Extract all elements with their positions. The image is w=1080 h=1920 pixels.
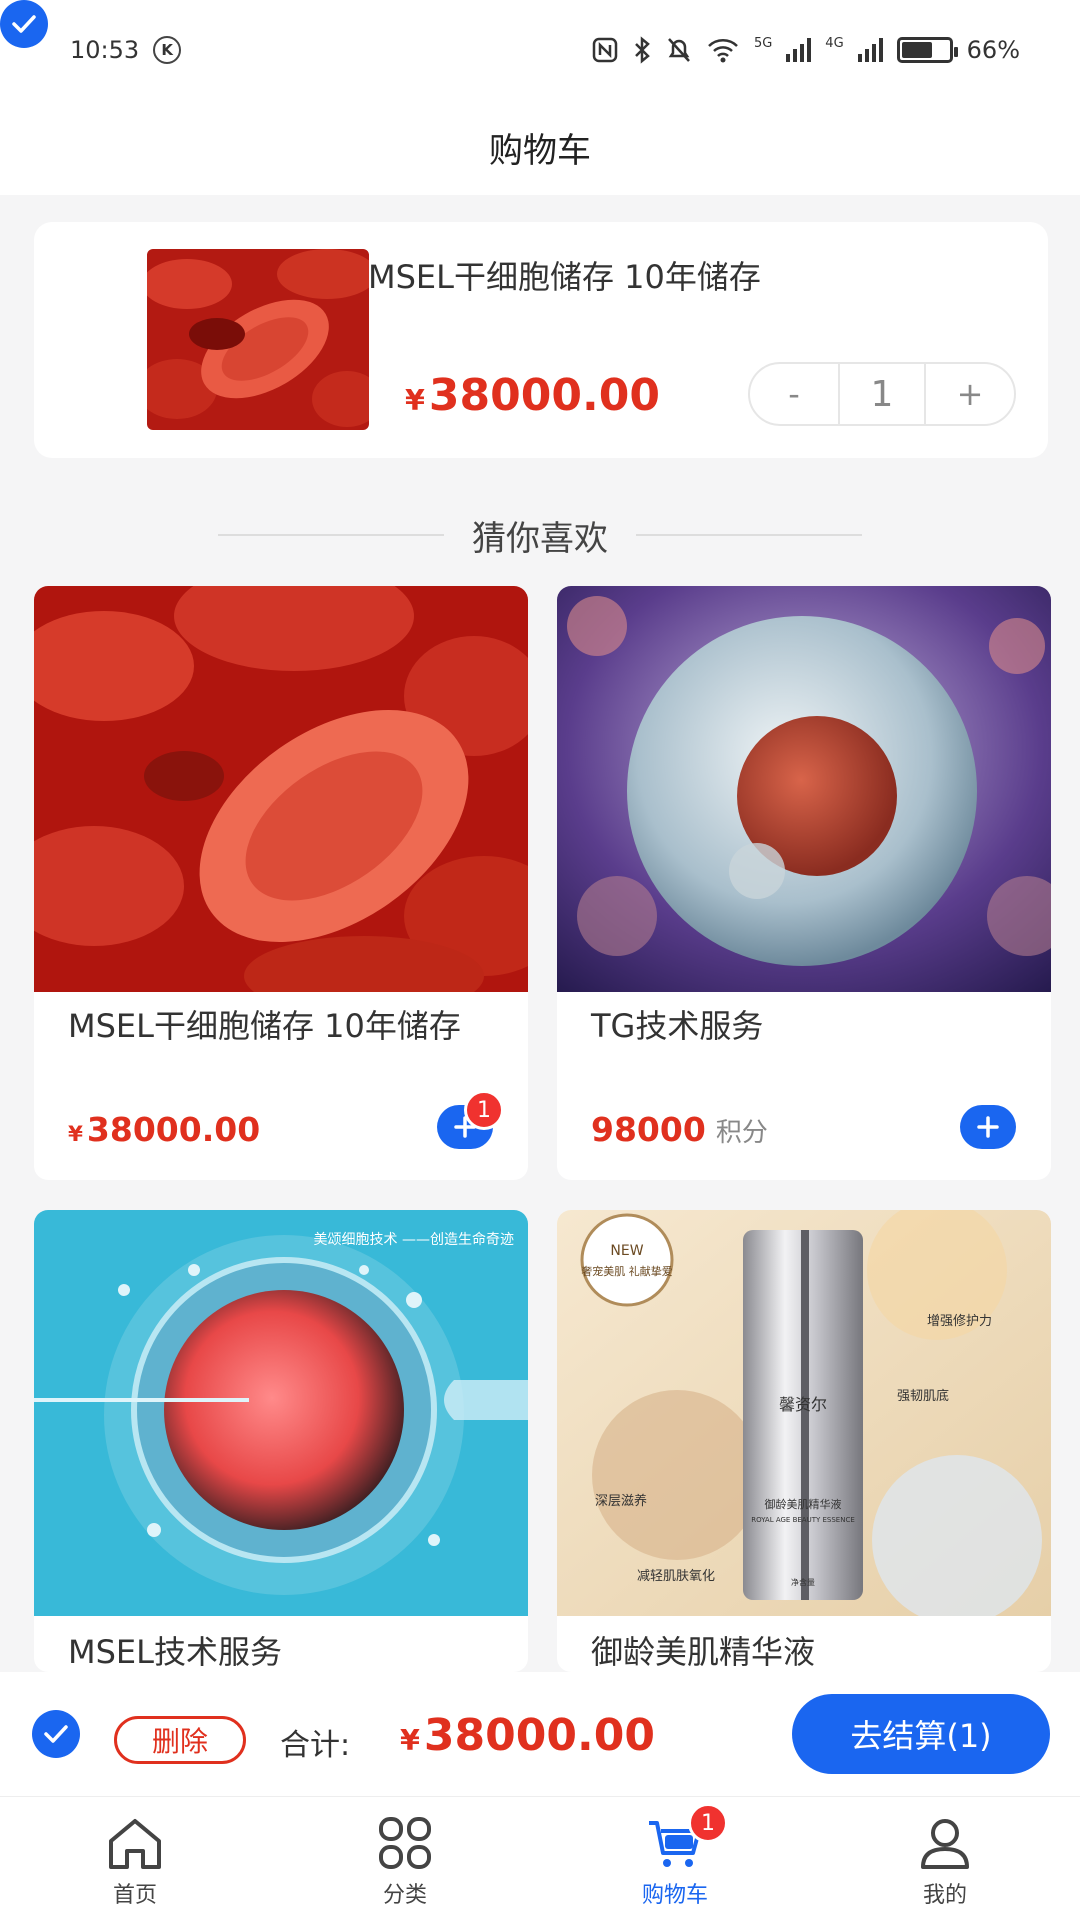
cart-tab-badge: 1 <box>688 1803 728 1843</box>
points-value: 98000 <box>591 1110 706 1149</box>
recommend-section-title: 猜你喜欢 <box>0 510 1080 560</box>
currency-symbol: ¥ <box>405 383 425 417</box>
new-subtext: 奢宠美肌 礼献挚爱 <box>581 1264 673 1278</box>
price-value: 38000.00 <box>428 370 660 421</box>
cart-item-checkbox[interactable] <box>0 0 48 48</box>
brand-text: 馨资尔 <box>779 1395 827 1414</box>
checkout-button[interactable]: 去结算(1) <box>792 1694 1050 1774</box>
home-icon <box>109 1819 161 1869</box>
feature-text: 增强修护力 <box>927 1314 992 1329</box>
signal-4g-icon <box>857 38 883 62</box>
cart-item-price: ¥38000.00 <box>405 370 660 421</box>
tab-mine[interactable]: 我的 <box>810 1797 1080 1920</box>
delete-button[interactable]: 删除 <box>114 1716 246 1764</box>
tab-cart[interactable]: 购物车 1 <box>540 1797 810 1920</box>
product-en-text: ROYAL AGE BEAUTY ESSENCE <box>751 1516 855 1524</box>
feature-text: 强韧肌底 <box>897 1388 949 1404</box>
product-image[interactable] <box>557 586 1051 992</box>
divider-line <box>636 534 862 536</box>
product-name[interactable]: MSEL技术服务 <box>68 1630 498 1672</box>
product-name[interactable]: MSEL干细胞储存 10年储存 <box>68 1004 498 1048</box>
quantity-value[interactable]: 1 <box>838 364 926 424</box>
battery-fill <box>901 42 933 58</box>
product-card[interactable]: 美颂细胞技术 ——创造生命奇迹 MSEL技术服务 <box>34 1210 528 1672</box>
tab-category[interactable]: 分类 <box>270 1797 540 1920</box>
nfc-icon <box>592 37 618 63</box>
plus-icon <box>977 1116 999 1138</box>
cart-item-title[interactable]: MSEL干细胞储存 10年储存 <box>368 252 761 298</box>
increase-button[interactable]: + <box>926 364 1014 424</box>
page-header: 购物车 <box>0 100 1080 195</box>
check-icon <box>44 1725 68 1743</box>
product-card[interactable]: NEW 奢宠美肌 礼献挚爱 馨资尔 御龄美肌精华液 ROYAL AGE BEAU… <box>557 1210 1051 1672</box>
status-bar: 10:53 K 5G 4G 66% <box>0 0 1080 100</box>
product-card[interactable]: TG技术服务 98000 积分 <box>557 586 1051 1180</box>
net-text: 净含量 <box>791 1577 815 1587</box>
cart-item-image[interactable] <box>147 249 369 430</box>
product-price: ¥38000.00 <box>68 1110 260 1149</box>
page-title: 购物车 <box>489 131 591 171</box>
quantity-stepper: - 1 + <box>748 362 1016 426</box>
cart-count-badge: 1 <box>464 1090 504 1130</box>
signal-4g-label: 4G <box>825 36 844 51</box>
select-all-checkbox[interactable] <box>32 1710 80 1758</box>
product-name[interactable]: 御龄美肌精华液 <box>591 1630 1021 1672</box>
total-price: ¥38000.00 <box>400 1710 655 1761</box>
tab-label: 首页 <box>112 1883 157 1908</box>
tab-label: 分类 <box>382 1883 427 1908</box>
add-to-cart-button[interactable] <box>960 1105 1016 1149</box>
product-card[interactable]: MSEL干细胞储存 10年储存 ¥38000.00 <box>34 586 528 1180</box>
status-time: 10:53 <box>70 36 140 64</box>
currency-symbol: ¥ <box>68 1122 83 1147</box>
product-image[interactable]: NEW 奢宠美肌 礼献挚爱 馨资尔 御龄美肌精华液 ROYAL AGE BEAU… <box>557 1210 1051 1616</box>
new-text: NEW <box>610 1243 643 1259</box>
user-icon <box>921 1819 969 1869</box>
currency-symbol: ¥ <box>400 1723 420 1757</box>
signal-5g-label: 5G <box>753 36 773 51</box>
signal-5g-icon <box>786 38 812 62</box>
product-image[interactable] <box>34 586 528 992</box>
feature-text: 减轻肌肤氧化 <box>637 1569 715 1584</box>
status-right: 5G 4G 66% <box>592 36 1020 64</box>
wifi-icon <box>708 39 738 63</box>
bottom-tab-bar: 首页 分类 购物车 1 我的 <box>0 1796 1080 1920</box>
battery-percent: 66% <box>966 36 1020 64</box>
mute-bell-icon <box>668 38 690 62</box>
price-value: 38000.00 <box>86 1110 261 1149</box>
check-icon <box>12 15 36 33</box>
product-name[interactable]: TG技术服务 <box>591 1004 1021 1048</box>
recommend-title: 猜你喜欢 <box>472 518 608 559</box>
total-label: 合计: <box>280 1728 351 1763</box>
product-price: 98000 积分 <box>591 1110 768 1149</box>
points-unit: 积分 <box>715 1118 768 1148</box>
decrease-button[interactable]: - <box>750 364 838 424</box>
image-caption: 美颂细胞技术 ——创造生命奇迹 <box>314 1231 514 1248</box>
product-image[interactable]: 美颂细胞技术 ——创造生命奇迹 <box>34 1210 528 1616</box>
checkout-bar: 删除 合计: ¥38000.00 去结算(1) <box>0 1672 1080 1796</box>
tab-home[interactable]: 首页 <box>0 1797 270 1920</box>
k-app-icon: K <box>153 36 182 64</box>
product-text: 御龄美肌精华液 <box>765 1497 842 1511</box>
feature-text: 深层滋养 <box>595 1493 647 1509</box>
tab-label: 购物车 <box>641 1883 708 1908</box>
price-value: 38000.00 <box>423 1710 655 1761</box>
bluetooth-icon <box>635 36 650 64</box>
battery-icon <box>896 37 958 63</box>
status-left: 10:53 K <box>70 36 182 64</box>
tab-label: 我的 <box>922 1883 967 1908</box>
grid-icon <box>379 1817 431 1869</box>
divider-line <box>218 534 444 536</box>
